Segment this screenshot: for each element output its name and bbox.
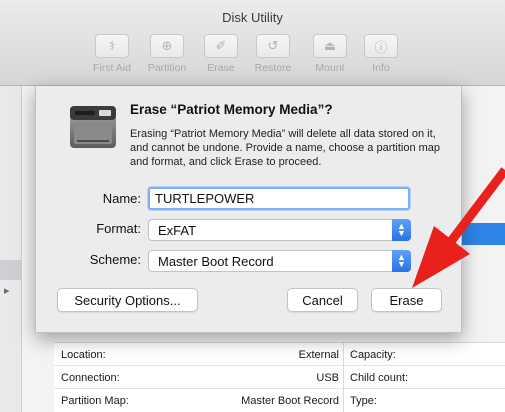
restore-icon: ↺: [267, 38, 279, 53]
hard-drive-icon: [70, 106, 116, 148]
capacity-label: Capacity:: [350, 349, 396, 361]
window-title: Disk Utility: [222, 10, 283, 25]
partition-button[interactable]: ⊕: [150, 34, 184, 58]
connection-value: USB: [316, 372, 339, 384]
sidebar-selected-item[interactable]: [0, 260, 22, 280]
child-count-label: Child count:: [350, 372, 409, 384]
location-value: External: [298, 349, 339, 361]
security-options-button[interactable]: Security Options...: [57, 288, 198, 312]
location-label: Location:: [61, 349, 106, 361]
erase-icon: ✐: [215, 38, 227, 53]
scheme-label: Scheme:: [89, 252, 141, 267]
format-label: Format:: [96, 221, 141, 236]
erase-button[interactable]: Erase: [371, 288, 442, 312]
select-arrows-icon: ▲ ▼: [392, 250, 411, 272]
info-icon: ⓘ: [374, 39, 388, 55]
name-label: Name:: [102, 191, 141, 206]
table-row: Location: External Capacity:: [54, 343, 505, 366]
dialog-title: Erase “Patriot Memory Media”?: [130, 102, 333, 117]
dialog-message: Erasing “Patriot Memory Media” will dele…: [130, 128, 441, 168]
name-input[interactable]: [148, 187, 410, 210]
format-value: ExFAT: [158, 223, 197, 238]
restore-button[interactable]: ↺: [256, 34, 290, 58]
window-toolbar: Disk Utility ⚕ First Aid ⊕ Partition ✐ E…: [0, 0, 505, 86]
format-select[interactable]: ExFAT ▲ ▼: [148, 219, 411, 241]
table-row: Connection: USB Child count:: [54, 366, 505, 389]
scheme-value: Master Boot Record: [158, 254, 274, 269]
mount-icon: ⏏: [323, 38, 337, 53]
info-button[interactable]: ⓘ: [364, 34, 398, 58]
first-aid-button[interactable]: ⚕: [95, 34, 129, 58]
partition-map-value: Master Boot Record: [241, 395, 339, 407]
mount-button[interactable]: ⏏: [313, 34, 347, 58]
table-row: Partition Map: Master Boot Record Type:: [54, 389, 505, 412]
partition-map-label: Partition Map:: [61, 395, 129, 407]
column-divider: [343, 343, 344, 412]
select-arrows-icon: ▲ ▼: [392, 219, 411, 241]
connection-label: Connection:: [61, 372, 120, 384]
cancel-button[interactable]: Cancel: [287, 288, 358, 312]
partition-icon: ⊕: [161, 38, 173, 53]
sidebar: ▸: [0, 86, 22, 412]
type-label: Type:: [350, 395, 377, 407]
info-label: Info: [372, 62, 390, 74]
scheme-select[interactable]: Master Boot Record ▲ ▼: [148, 250, 411, 272]
stethoscope-icon: ⚕: [108, 38, 116, 53]
disclosure-icon[interactable]: ▸: [4, 284, 10, 297]
info-table: Location: External Capacity: Connection:…: [54, 342, 505, 412]
erase-dialog: Erase “Patriot Memory Media”? Erasing “P…: [35, 86, 462, 333]
erase-toolbar-button[interactable]: ✐: [204, 34, 238, 58]
